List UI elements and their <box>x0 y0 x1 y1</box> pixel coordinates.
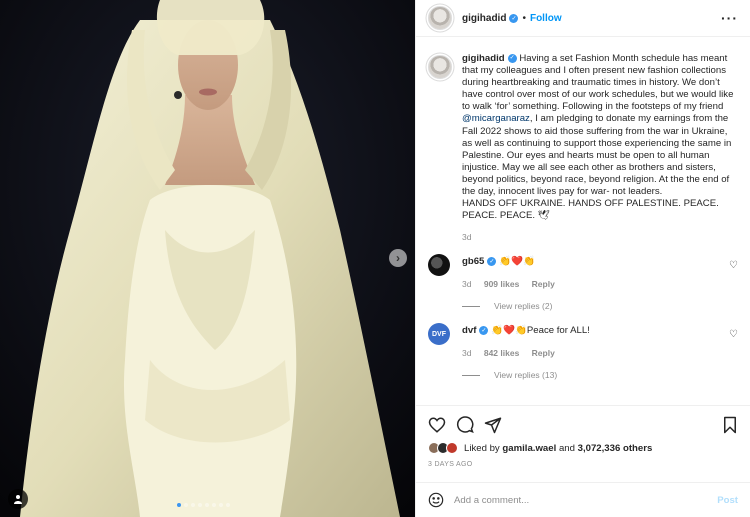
comment-username[interactable]: gb65 <box>462 256 484 267</box>
comment-text: 👏❤️👏 <box>499 256 535 268</box>
add-comment-bar: Post <box>416 482 750 517</box>
caption-mention-link[interactable]: @micarganaraz <box>462 113 530 124</box>
post-comment-button[interactable]: Post <box>717 495 738 506</box>
liked-by-summary: Liked by gamila.wael and 3,072,336 other… <box>428 442 738 454</box>
verified-icon: ✓ <box>507 53 517 63</box>
view-replies-button[interactable]: View replies (2) <box>462 301 738 311</box>
carousel-dot <box>198 503 202 507</box>
caption-closing: HANDS OFF UKRAINE. HANDS OFF PALESTINE. … <box>462 198 719 222</box>
comment-input[interactable] <box>454 494 718 506</box>
avatar[interactable]: DVF <box>428 323 450 346</box>
comment-likes-link[interactable]: 842 likes <box>484 348 519 358</box>
comment-item: DVF dvf ✓ 👏❤️👏Peace for ALL! 3d 842 likes… <box>428 323 738 380</box>
carousel-dot <box>191 503 195 507</box>
reply-button[interactable]: Reply <box>532 348 555 358</box>
follow-button[interactable]: Follow <box>530 13 562 24</box>
share-icon[interactable] <box>484 416 502 434</box>
caption-body-continued: , I am pledging to donate my earnings fr… <box>462 113 732 198</box>
post-timestamp[interactable]: 3 DAYS AGO <box>428 461 738 468</box>
view-replies-label: View replies (2) <box>494 301 553 312</box>
verified-icon: ✓ <box>479 326 489 336</box>
comment-icon[interactable] <box>456 416 474 434</box>
avatar[interactable] <box>428 6 452 30</box>
tagged-people-button[interactable] <box>8 489 28 509</box>
heart-icon[interactable] <box>428 416 446 434</box>
instagram-post: › gigihadid ✓ • Follow ··· gigihadid ✓ H… <box>0 0 750 517</box>
caption-age: 3d <box>462 232 472 243</box>
likes-count-link[interactable]: 3,072,336 others <box>578 443 653 454</box>
comment-like-heart-icon[interactable]: ♡ <box>729 329 738 340</box>
avatar[interactable] <box>428 55 452 79</box>
post-actions: Liked by gamila.wael and 3,072,336 other… <box>416 405 750 480</box>
avatar <box>446 442 458 454</box>
carousel-dot <box>205 503 209 507</box>
comment-age: 3d <box>462 279 472 290</box>
liked-by-user-link[interactable]: gamila.wael <box>502 443 556 454</box>
runway-photo <box>0 0 415 517</box>
comment-item: gb65 ✓ 👏❤️👏 3d 909 likes Reply ♡ View rep… <box>428 254 738 311</box>
person-icon <box>14 495 22 504</box>
carousel-indicator <box>177 503 230 507</box>
header-username[interactable]: gigihadid <box>462 13 506 24</box>
reply-button[interactable]: Reply <box>532 279 555 289</box>
comment-age: 3d <box>462 348 472 359</box>
comment-like-heart-icon[interactable]: ♡ <box>729 260 738 271</box>
liked-by-conjunction: and <box>558 442 575 454</box>
post-media[interactable]: › <box>0 0 415 517</box>
header-separator: • <box>522 12 526 24</box>
comments-section[interactable]: gigihadid ✓ Having a set Fashion Month sc… <box>416 37 750 405</box>
verified-icon: ✓ <box>487 257 497 267</box>
comment-username[interactable]: dvf <box>462 325 476 336</box>
caption-username[interactable]: gigihadid <box>462 53 505 64</box>
emoji-icon[interactable] <box>428 492 444 508</box>
view-replies-button[interactable]: View replies (13) <box>462 370 738 380</box>
carousel-dot <box>177 503 181 507</box>
view-replies-label: View replies (13) <box>494 370 558 381</box>
replies-divider <box>462 305 480 307</box>
avatar[interactable] <box>428 254 450 277</box>
post-header: gigihadid ✓ • Follow ··· <box>416 0 750 37</box>
chevron-right-icon: › <box>396 251 400 265</box>
caption: gigihadid ✓ Having a set Fashion Month sc… <box>428 53 738 222</box>
post-side-panel: gigihadid ✓ • Follow ··· gigihadid ✓ Havi… <box>415 0 750 517</box>
verified-icon: ✓ <box>509 13 519 23</box>
more-horizontal-icon[interactable]: ··· <box>721 10 738 26</box>
next-image-button[interactable]: › <box>389 249 407 267</box>
caption-text: gigihadid ✓ Having a set Fashion Month sc… <box>462 53 738 222</box>
comment-likes-link[interactable]: 909 likes <box>484 279 519 289</box>
carousel-dot <box>226 503 230 507</box>
replies-divider <box>462 374 480 376</box>
liked-by-prefix: Liked by <box>464 442 500 454</box>
carousel-dot <box>184 503 188 507</box>
carousel-dot <box>212 503 216 507</box>
bookmark-icon[interactable] <box>722 416 738 434</box>
carousel-dot <box>219 503 223 507</box>
comment-text: 👏❤️👏Peace for ALL! <box>491 325 590 337</box>
liker-avatars <box>428 442 458 454</box>
